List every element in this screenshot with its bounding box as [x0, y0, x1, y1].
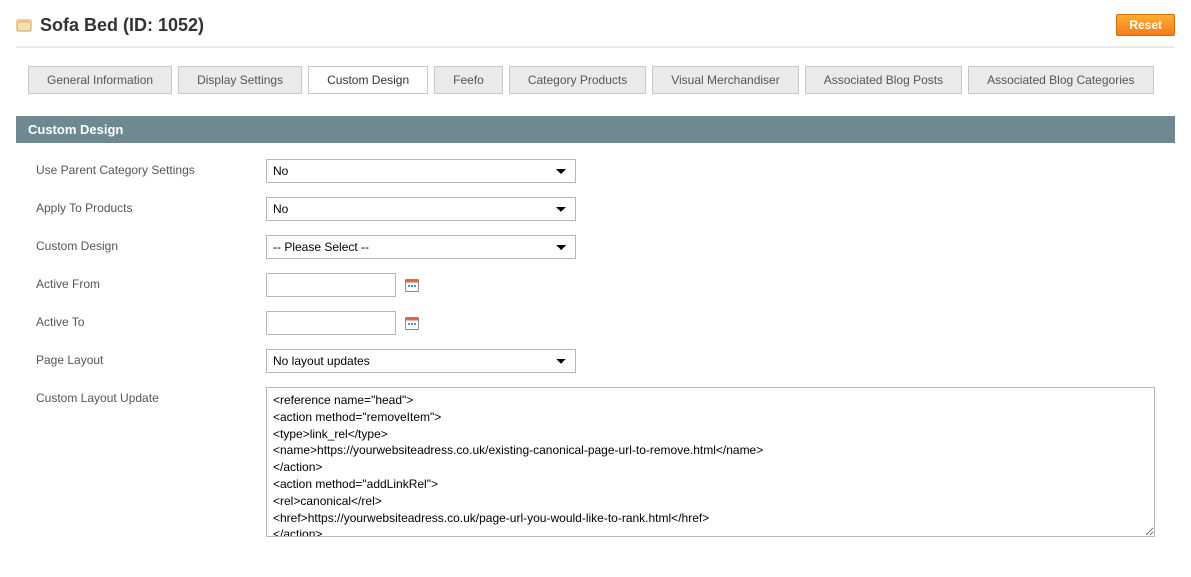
page-header: Sofa Bed (ID: 1052) Reset — [16, 10, 1175, 48]
select-use-parent[interactable]: No — [266, 159, 576, 183]
tab-visual-merchandiser[interactable]: Visual Merchandiser — [652, 66, 799, 94]
label-custom-design: Custom Design — [36, 235, 266, 253]
select-page-layout[interactable]: No layout updates — [266, 349, 576, 373]
label-active-from: Active From — [36, 273, 266, 291]
tab-display-settings[interactable]: Display Settings — [178, 66, 302, 94]
label-apply-to-products: Apply To Products — [36, 197, 266, 215]
row-custom-design: Custom Design -- Please Select -- — [36, 235, 1155, 259]
row-active-from: Active From — [36, 273, 1155, 297]
tab-general-information[interactable]: General Information — [28, 66, 172, 94]
textarea-custom-layout-update[interactable] — [266, 387, 1155, 537]
tabs-bar: General Information Display Settings Cus… — [28, 66, 1175, 94]
input-active-from[interactable] — [266, 273, 396, 297]
row-apply-to-products: Apply To Products No — [36, 197, 1155, 221]
tab-custom-design[interactable]: Custom Design — [308, 66, 428, 94]
title-wrap: Sofa Bed (ID: 1052) — [16, 15, 204, 36]
calendar-icon[interactable] — [404, 277, 420, 293]
row-active-to: Active To — [36, 311, 1155, 335]
category-icon — [16, 17, 32, 33]
tab-associated-blog-categories[interactable]: Associated Blog Categories — [968, 66, 1153, 94]
page-title: Sofa Bed (ID: 1052) — [40, 15, 204, 36]
row-page-layout: Page Layout No layout updates — [36, 349, 1155, 373]
label-active-to: Active To — [36, 311, 266, 329]
label-custom-layout-update: Custom Layout Update — [36, 387, 266, 405]
form-body: Use Parent Category Settings No Apply To… — [16, 143, 1175, 567]
row-use-parent: Use Parent Category Settings No — [36, 159, 1155, 183]
reset-button[interactable]: Reset — [1116, 14, 1175, 36]
calendar-icon[interactable] — [404, 315, 420, 331]
section-header: Custom Design — [16, 116, 1175, 143]
tab-category-products[interactable]: Category Products — [509, 66, 646, 94]
input-active-to[interactable] — [266, 311, 396, 335]
custom-design-section: Custom Design Use Parent Category Settin… — [16, 116, 1175, 567]
select-custom-design[interactable]: -- Please Select -- — [266, 235, 576, 259]
tab-feefo[interactable]: Feefo — [434, 66, 503, 94]
label-use-parent: Use Parent Category Settings — [36, 159, 266, 177]
select-apply-to-products[interactable]: No — [266, 197, 576, 221]
label-page-layout: Page Layout — [36, 349, 266, 367]
tab-associated-blog-posts[interactable]: Associated Blog Posts — [805, 66, 962, 94]
row-custom-layout-update: Custom Layout Update — [36, 387, 1155, 537]
